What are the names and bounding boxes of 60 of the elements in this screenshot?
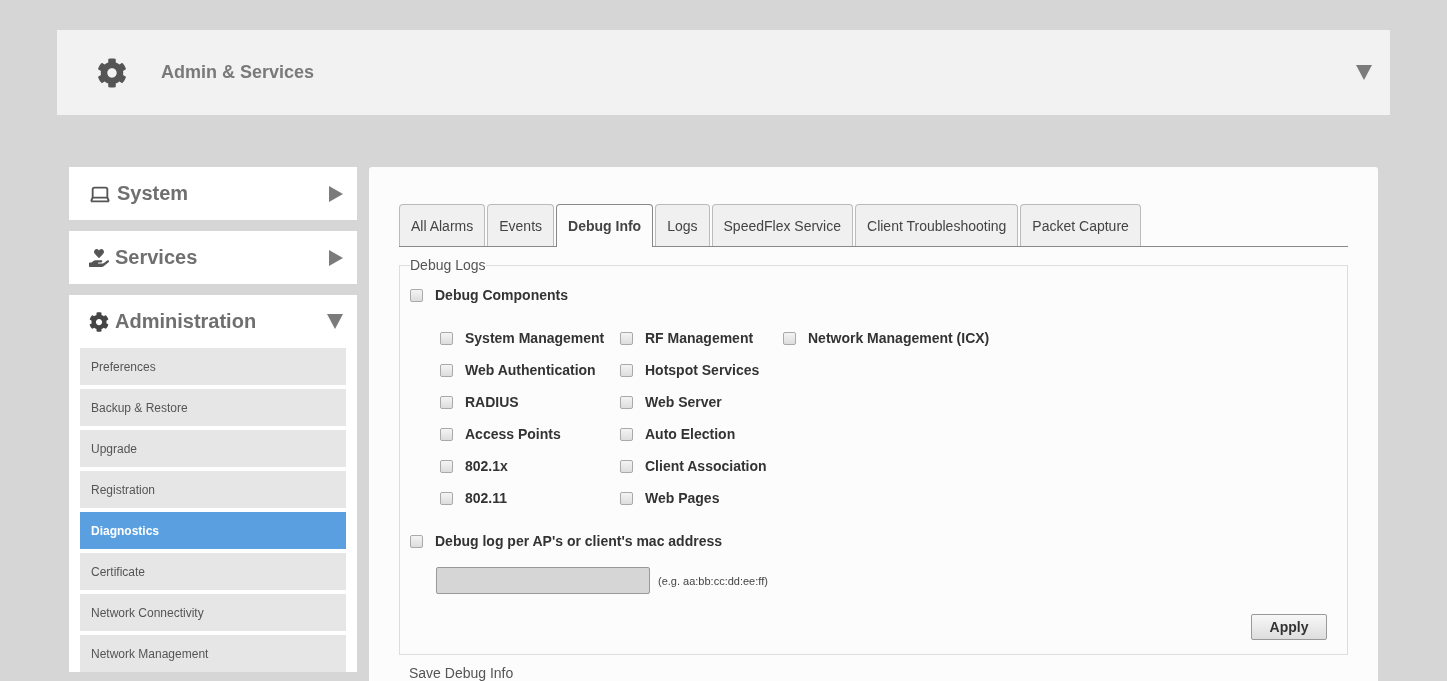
checkbox-label: System Management xyxy=(465,330,605,346)
checkbox[interactable] xyxy=(410,534,423,548)
group-legend: Debug Logs xyxy=(410,257,486,273)
tab[interactable]: All Alarms xyxy=(399,204,486,246)
mac-hint: (e.g. aa:bb:cc:dd:ee:ff) xyxy=(658,574,768,587)
tab[interactable]: Debug Info xyxy=(556,204,654,247)
caret-icon[interactable] xyxy=(329,185,343,202)
apply-button[interactable]: Apply xyxy=(1251,614,1327,640)
checkbox-label: Debug Components xyxy=(435,287,568,303)
sidebar-item[interactable]: Backup & Restore xyxy=(80,389,346,426)
section-title: Save Debug Info xyxy=(409,665,514,681)
section-title[interactable]: Administration xyxy=(115,310,321,333)
tab[interactable]: SpeedFlex Service xyxy=(711,204,854,246)
checkbox[interactable] xyxy=(620,363,633,377)
header-title: Admin & Services xyxy=(161,62,316,83)
section-title[interactable]: System xyxy=(117,182,323,205)
checkbox-label: Web Pages xyxy=(645,490,720,506)
checkbox-label: RF Management xyxy=(645,330,754,346)
gear-icon xyxy=(89,311,109,332)
hand-icon xyxy=(89,247,109,268)
mac-address-field[interactable] xyxy=(436,567,650,594)
sidebar-item[interactable]: Registration xyxy=(80,471,346,508)
checkbox-label: Web Server xyxy=(645,394,722,410)
tab[interactable]: Events xyxy=(487,204,555,246)
sidebar-item[interactable]: Preferences xyxy=(80,348,346,385)
checkbox[interactable] xyxy=(620,395,633,409)
checkbox[interactable] xyxy=(783,331,796,345)
sidebar-item[interactable]: Upgrade xyxy=(80,430,346,467)
checkbox[interactable] xyxy=(440,331,453,345)
sidebar-item[interactable]: Certificate xyxy=(80,553,346,590)
caret-icon[interactable] xyxy=(327,314,343,329)
checkbox-label: Auto Election xyxy=(645,426,736,442)
checkbox-label: Client Association xyxy=(645,458,767,474)
sidebar-item[interactable]: Network Management xyxy=(80,635,346,672)
section-title[interactable]: Services xyxy=(115,246,323,269)
checkbox-label: 802.1x xyxy=(465,458,508,474)
checkbox-label: Web Authentication xyxy=(465,362,596,378)
checkbox-label: Access Points xyxy=(465,426,561,442)
tab[interactable]: Logs xyxy=(655,204,710,246)
checkbox[interactable] xyxy=(410,288,423,302)
sidebar-item[interactable]: Network Connectivity xyxy=(80,594,346,631)
checkbox-label: Hotspot Services xyxy=(645,362,760,378)
checkbox[interactable] xyxy=(440,427,453,441)
checkbox-label: 802.11 xyxy=(465,490,508,506)
checkbox[interactable] xyxy=(620,459,633,473)
checkbox-label: Network Management (ICX) xyxy=(808,330,990,346)
checkbox[interactable] xyxy=(440,395,453,409)
tab[interactable]: Packet Capture xyxy=(1020,204,1141,246)
tab[interactable]: Client Troubleshooting xyxy=(855,204,1019,246)
caret-icon[interactable] xyxy=(1356,65,1372,80)
checkbox[interactable] xyxy=(440,459,453,473)
checkbox[interactable] xyxy=(440,491,453,505)
checkbox-label: RADIUS xyxy=(465,394,519,410)
checkbox[interactable] xyxy=(440,363,453,377)
checkbox-label: Debug log per AP's or client's mac address xyxy=(435,533,722,549)
caret-icon[interactable] xyxy=(329,249,343,266)
checkbox[interactable] xyxy=(620,331,633,345)
gear-icon xyxy=(97,57,127,88)
checkbox[interactable] xyxy=(620,491,633,505)
checkbox[interactable] xyxy=(620,427,633,441)
